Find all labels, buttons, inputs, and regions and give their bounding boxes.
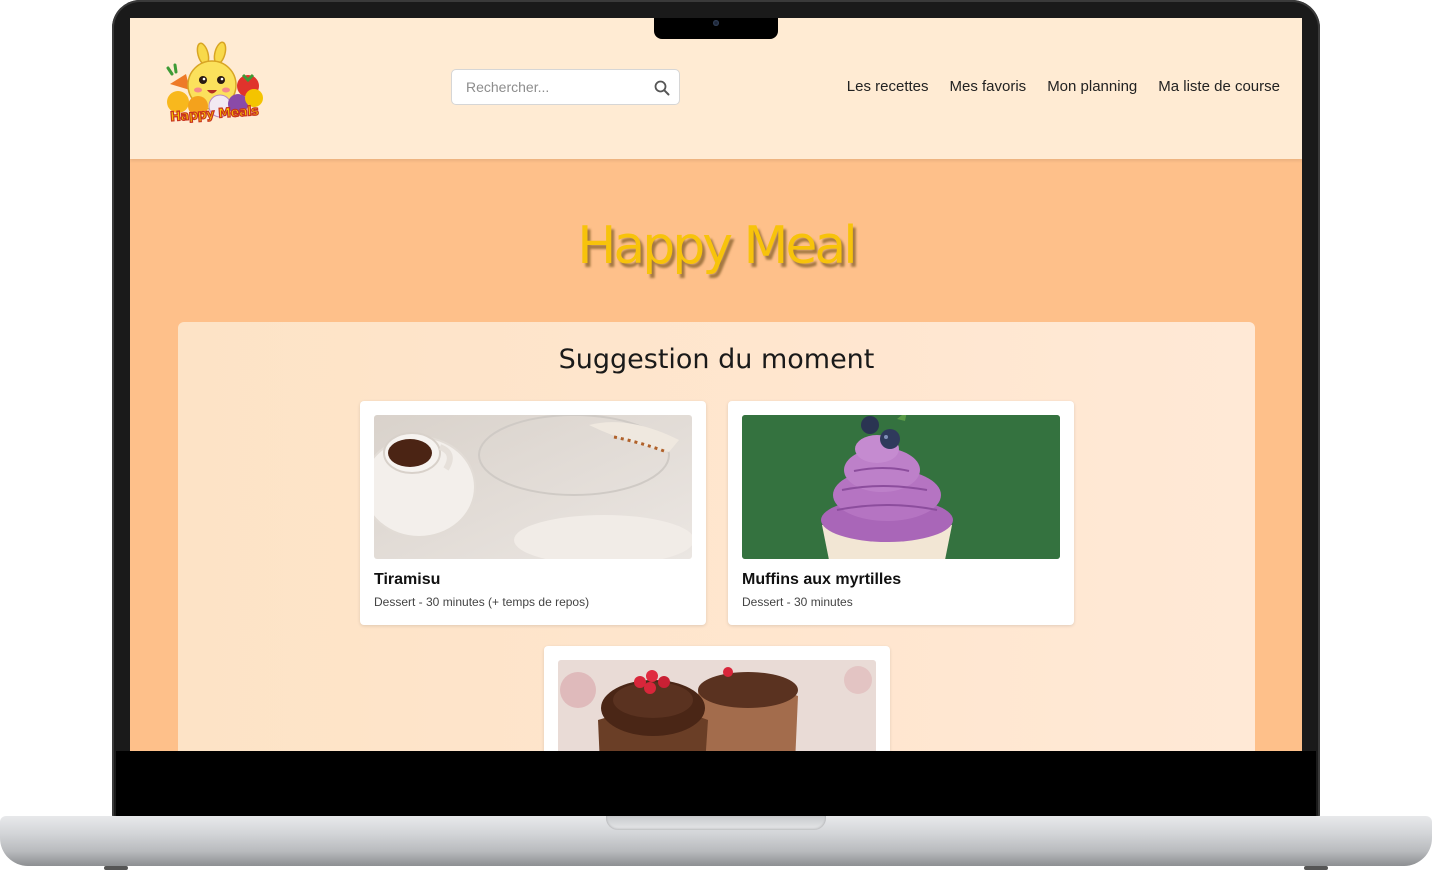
recipe-image-muffins [742,415,1060,559]
camera-icon [713,20,719,26]
recipe-card-tiramisu[interactable]: Tiramisu Dessert - 30 minutes (+ temps d… [360,401,706,625]
main-nav: Les recettes Mes favoris Mon planning Ma… [847,78,1280,95]
laptop-trackpad-notch [606,816,826,830]
panel-title: Suggestion du moment [558,344,875,375]
screen: Happy Meals Les recettes Mes favoris Mon… [130,18,1302,751]
recipe-card-mousse[interactable] [544,646,890,751]
search-icon[interactable] [654,80,670,96]
nav-link-recettes[interactable]: Les recettes [847,78,929,95]
happy-meals-logo[interactable]: Happy Meals [158,40,268,132]
hero-title: Happy Meal [577,216,857,276]
laptop-chin [116,751,1316,819]
laptop-foot [104,866,128,870]
recipe-image-mousse [558,660,876,751]
site-header: Happy Meals Les recettes Mes favoris Mon… [130,18,1302,159]
recipe-meta: Dessert - 30 minutes [742,595,853,609]
nav-link-planning[interactable]: Mon planning [1047,78,1137,95]
search-input[interactable] [452,70,642,104]
recipe-card-muffins[interactable]: Muffins aux myrtilles Dessert - 30 minut… [728,401,1074,625]
search-box [451,69,680,105]
recipe-image-tiramisu [374,415,692,559]
suggestion-panel: Suggestion du moment Tiramisu Dessert - … [178,322,1255,751]
laptop-foot [1304,866,1328,870]
nav-link-liste-course[interactable]: Ma liste de course [1158,78,1280,95]
recipe-meta: Dessert - 30 minutes (+ temps de repos) [374,595,590,609]
camera-notch [654,18,778,39]
nav-link-favoris[interactable]: Mes favoris [950,78,1027,95]
recipe-title: Tiramisu [374,571,441,588]
recipe-title: Muffins aux myrtilles [742,571,902,588]
